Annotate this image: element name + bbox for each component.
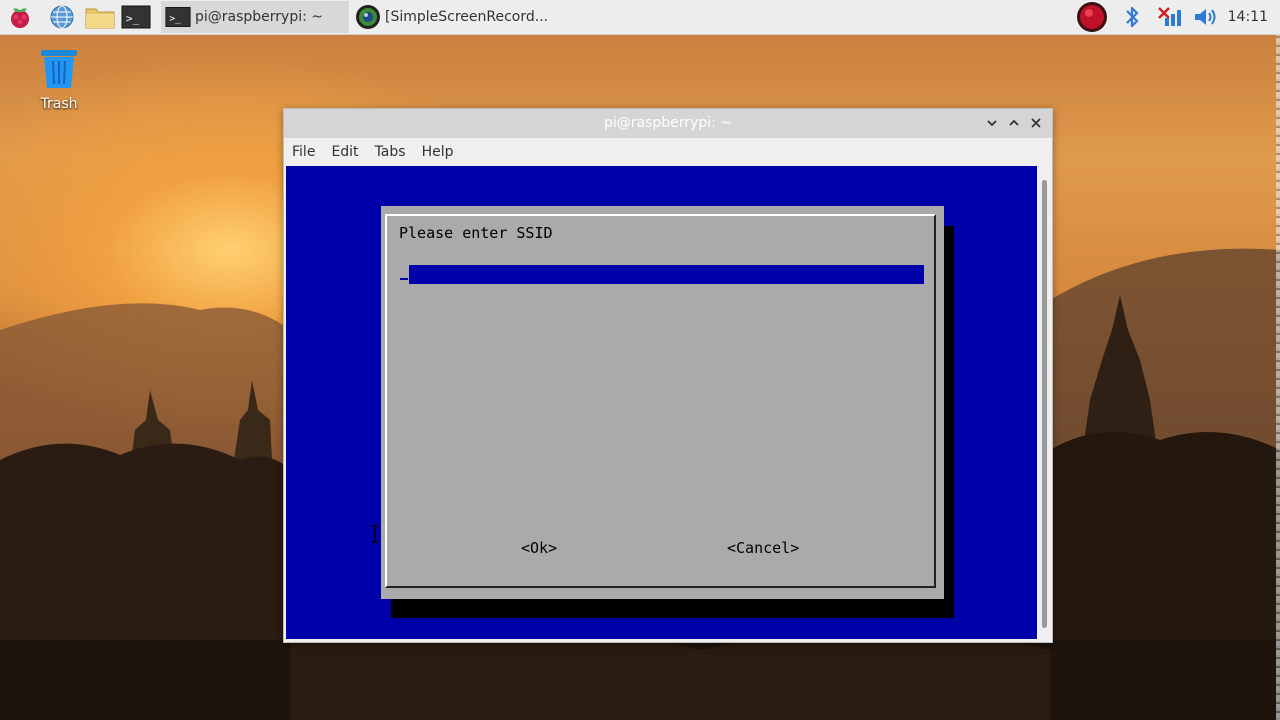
menubar: File Edit Tabs Help [284, 138, 1052, 166]
clock[interactable]: 14:11 [1228, 0, 1268, 34]
ssid-input[interactable] [409, 265, 924, 284]
terminal-scrollbar[interactable] [1039, 166, 1050, 639]
taskbar-task-label: [SimpleScreenRecord... [385, 9, 549, 25]
minimize-icon[interactable] [984, 115, 1000, 131]
ok-button[interactable]: <Ok> [521, 539, 557, 557]
trash-desktop-item[interactable]: Trash [30, 48, 88, 112]
trash-icon [41, 50, 77, 88]
bluetooth-icon[interactable] [1121, 4, 1143, 30]
volume-icon[interactable] [1192, 4, 1220, 30]
web-browser-globe-icon[interactable] [49, 4, 75, 30]
close-icon[interactable] [1028, 115, 1044, 131]
menu-file[interactable]: File [284, 144, 323, 160]
svg-text:>_: >_ [169, 13, 181, 24]
terminal-icon[interactable]: >_ [121, 4, 151, 30]
cancel-button[interactable]: <Cancel> [727, 539, 799, 557]
ssid-dialog: Please enter SSID <Ok> <Cancel> [381, 206, 944, 599]
window-title: pi@raspberrypi: ~ [603, 115, 733, 131]
taskbar-task-terminal[interactable]: >_ pi@raspberrypi: ~ [161, 1, 349, 33]
menu-edit[interactable]: Edit [323, 144, 366, 160]
window-titlebar[interactable]: pi@raspberrypi: ~ [284, 109, 1052, 138]
terminal-icon: >_ [165, 7, 191, 27]
menu-tabs[interactable]: Tabs [367, 144, 414, 160]
taskbar-task-label: pi@raspberrypi: ~ [195, 9, 324, 25]
file-manager-folder-icon[interactable] [85, 4, 115, 30]
record-icon[interactable] [1076, 1, 1108, 33]
terminal-window: pi@raspberrypi: ~ File Edit Tabs Help Pl… [283, 108, 1053, 643]
screen-edge-artifact [1276, 34, 1280, 720]
network-disconnected-icon[interactable] [1155, 4, 1183, 30]
menu-help[interactable]: Help [414, 144, 462, 160]
terminal-area[interactable]: Please enter SSID <Ok> <Cancel> [286, 166, 1037, 639]
taskbar-task-screen-recorder[interactable]: [SimpleScreenRecord... [351, 1, 548, 33]
taskbar: >_ >_ pi@raspberrypi: ~ [SimpleScreenRec… [0, 0, 1280, 35]
raspberry-pi-menu-icon[interactable] [7, 4, 33, 30]
trash-label: Trash [40, 96, 78, 112]
dialog-prompt: Please enter SSID [399, 224, 553, 242]
input-cursor [400, 278, 408, 280]
scrollbar-thumb[interactable] [1042, 180, 1047, 628]
text-cursor-icon [372, 525, 378, 543]
screen-recorder-icon [356, 5, 380, 29]
maximize-icon[interactable] [1006, 115, 1022, 131]
svg-text:>_: >_ [126, 12, 140, 25]
